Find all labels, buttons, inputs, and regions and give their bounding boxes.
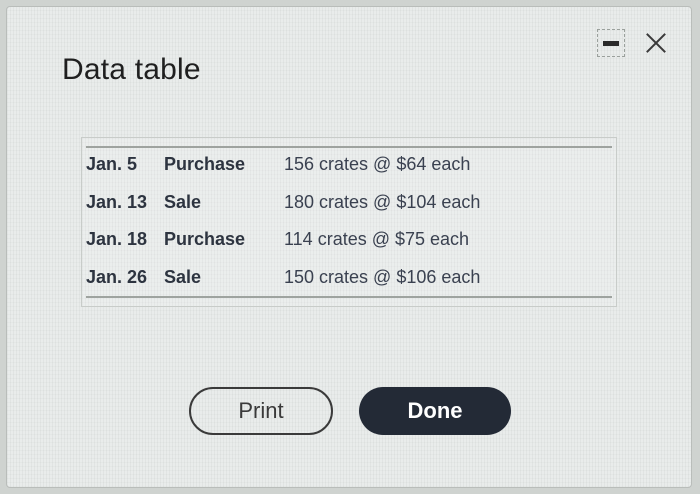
row-type: Sale (164, 266, 202, 287)
row-date: Jan. 26 (86, 266, 148, 287)
transactions-table: Jan. 5 Purchase 156 crates @ $64 each Ja… (86, 146, 480, 296)
row-type: Purchase (164, 229, 246, 250)
window-controls (597, 29, 669, 57)
minimize-icon (603, 40, 619, 46)
row-type: Sale (164, 191, 202, 212)
row-date: Jan. 5 (86, 154, 138, 175)
done-button[interactable]: Done (359, 387, 511, 435)
dialog-title: Data table (62, 53, 201, 86)
row-type: Purchase (164, 154, 246, 175)
print-button[interactable]: Print (189, 387, 333, 435)
row-date: Jan. 13 (86, 191, 148, 212)
data-table-dialog: Data table Jan. 5 Purchase 156 crates @ … (6, 6, 692, 488)
row-date: Jan. 18 (86, 229, 148, 250)
row-detail: 156 crates @ $64 each (284, 154, 471, 175)
table-row: Jan. 26 Sale 150 crates @ $106 each (86, 259, 480, 297)
row-detail: 114 crates @ $75 each (284, 229, 470, 250)
row-detail: 180 crates @ $104 each (284, 191, 481, 212)
table-row: Jan. 13 Sale 180 crates @ $104 each (86, 184, 480, 222)
data-table-panel: Jan. 5 Purchase 156 crates @ $64 each Ja… (81, 137, 617, 307)
row-detail: 150 crates @ $106 each (284, 266, 481, 287)
table-row: Jan. 18 Purchase 114 crates @ $75 each (86, 221, 480, 259)
minimize-button[interactable] (597, 29, 625, 57)
close-icon[interactable] (643, 30, 669, 56)
table-row: Jan. 5 Purchase 156 crates @ $64 each (86, 146, 480, 184)
